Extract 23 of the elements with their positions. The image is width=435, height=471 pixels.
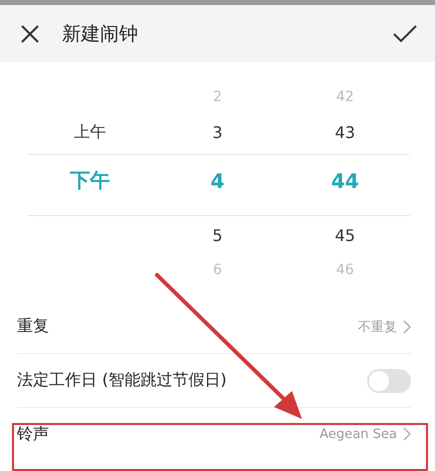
hour-option[interactable]: 6 [213, 262, 222, 278]
setting-label: 法定工作日 (智能跳过节假日) [17, 370, 228, 391]
setting-value[interactable]: Aegean Sea [320, 426, 397, 442]
chevron-right-icon [403, 320, 411, 334]
minute-option[interactable]: 42 [336, 89, 354, 105]
window-title: 新建闹钟 [62, 22, 139, 46]
hour-option[interactable]: 3 [212, 122, 223, 142]
setting-label: 铃声 [17, 424, 50, 444]
minute-option[interactable]: 44 [331, 168, 359, 192]
hour-option[interactable]: 2 [213, 89, 222, 105]
period-option[interactable]: 上午 [74, 122, 106, 142]
checkmark-icon[interactable] [393, 24, 417, 42]
setting-value[interactable]: 不重复 [358, 318, 397, 336]
close-icon[interactable] [20, 24, 40, 44]
minute-option[interactable]: 45 [334, 226, 356, 244]
hour-option[interactable]: 5 [212, 226, 223, 244]
hour-option[interactable]: 4 [210, 168, 224, 192]
setting-label: 重复 [17, 316, 50, 337]
minute-option[interactable]: 46 [336, 262, 354, 278]
minute-option[interactable]: 43 [334, 122, 356, 142]
period-option[interactable]: 下午 [70, 167, 110, 194]
chevron-right-icon [403, 427, 411, 441]
toggle-switch[interactable] [367, 368, 411, 392]
